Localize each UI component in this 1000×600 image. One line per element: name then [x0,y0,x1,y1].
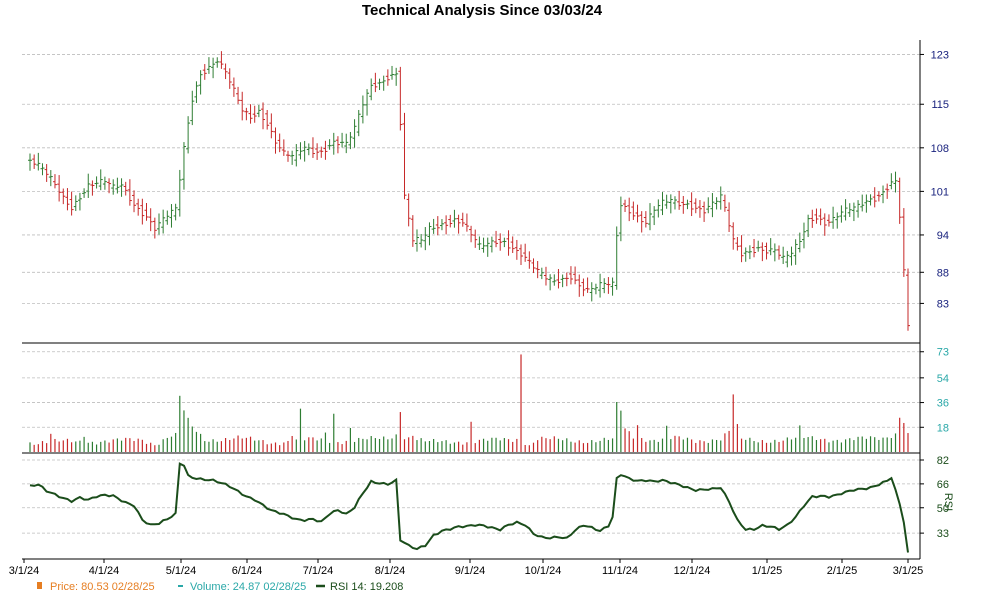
volume-tick-label: 73 [937,347,949,359]
price-tick-label: 83 [937,298,949,310]
volume-legend-label: Volume: 24.87 02/28/25 [190,581,306,593]
x-tick-label: 10/1/24 [525,565,562,577]
volume-tick-label: 54 [937,373,949,385]
x-tick-label: 2/1/25 [827,565,858,577]
x-tick-label: 4/1/24 [89,565,120,577]
x-tick-label: 6/1/24 [232,565,263,577]
rsi-legend-label: RSI 14: 19.208 [330,581,403,593]
price-tick-label: 101 [931,186,949,198]
x-tick-label: 11/1/24 [602,565,638,577]
x-tick-label: 7/1/24 [303,565,334,577]
chart-title: Technical Analysis Since 03/03/24 [362,2,603,19]
rsi-axis-label: RSI [942,493,954,511]
price-tick-label: 94 [937,230,949,242]
x-tick-label: 3/1/24 [9,565,40,577]
x-tick-label: 9/1/24 [455,565,486,577]
x-tick-label: 3/1/25 [893,565,924,577]
rsi-tick-label: 33 [937,528,949,540]
legend: Price: 80.53 02/28/25 Volume: 24.87 02/2… [37,581,403,593]
x-tick-label: 1/1/25 [752,565,783,577]
x-tick-label: 8/1/24 [375,565,406,577]
price-legend-label: Price: 80.53 02/28/25 [50,581,155,593]
price-tick-label: 108 [931,143,949,155]
price-tick-label: 115 [931,99,949,111]
chart-background [0,0,1000,600]
x-tick-label: 5/1/24 [166,565,197,577]
rsi-tick-label: 82 [937,455,949,467]
volume-tick-label: 36 [937,398,949,410]
price-tick-label: 88 [937,267,949,279]
rsi-tick-label: 66 [937,479,949,491]
x-tick-label: 12/1/24 [674,565,711,577]
price-legend-swatch [37,582,42,589]
price-tick-label: 123 [931,49,949,61]
technical-analysis-chart: Technical Analysis Since 03/03/24 123 115… [0,0,1000,600]
volume-tick-label: 18 [937,422,949,434]
